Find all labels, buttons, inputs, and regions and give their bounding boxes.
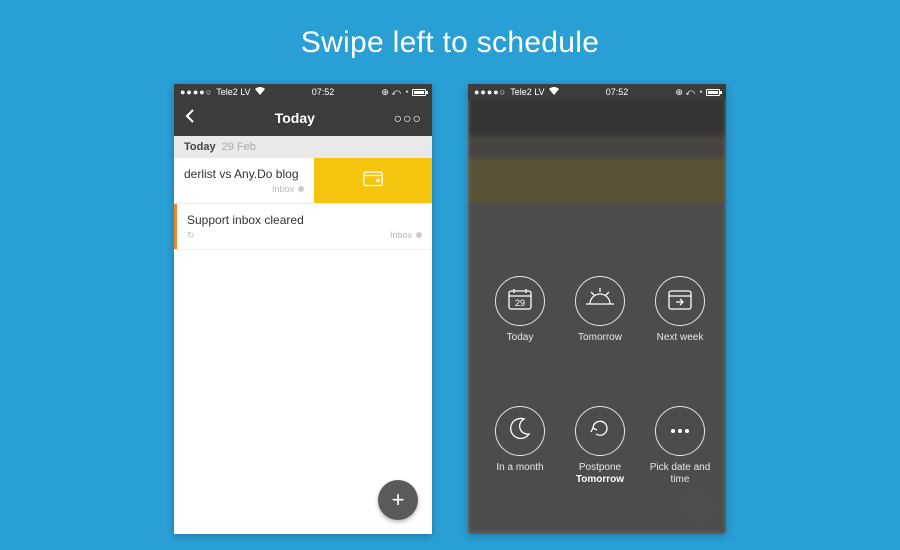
schedule-option-today[interactable]: 29 Today xyxy=(482,276,558,392)
fab-shadow xyxy=(682,490,716,524)
clock-label: 07:52 xyxy=(312,87,335,97)
cycle-icon xyxy=(588,416,612,445)
task-body[interactable]: Support inbox cleared ↻ Inbox xyxy=(177,204,432,249)
navbar: Today ○○○ xyxy=(174,100,432,136)
more-icon[interactable]: ○○○ xyxy=(394,110,422,126)
task-title: derlist vs Any.Do blog xyxy=(184,167,304,181)
schedule-label: Today xyxy=(507,332,534,345)
folder-dot-icon xyxy=(298,186,304,192)
calendar-today-icon: 29 xyxy=(507,287,533,316)
status-bar: ●●●●○ Tele2 LV 07:52 ⊕ ⤺ ◔ xyxy=(174,84,432,100)
sync-icon: ↻ xyxy=(187,230,195,241)
dots-icon xyxy=(668,422,692,440)
task-row-swiped[interactable]: derlist vs Any.Do blog Inbox xyxy=(174,158,432,204)
schedule-label: In a month xyxy=(496,462,543,475)
phone-schedule-picker: ●●●●○ Tele2 LV 07:52 ⊕ ⤺ ◔ xyxy=(468,84,726,534)
page-caption: Swipe left to schedule xyxy=(0,0,900,60)
schedule-sublabel: Tomorrow xyxy=(576,474,624,485)
schedule-option-next-week[interactable]: Next week xyxy=(642,276,718,392)
schedule-option-postpone[interactable]: Postpone Tomorrow xyxy=(562,406,638,534)
task-folder: Inbox xyxy=(272,184,294,194)
back-icon[interactable] xyxy=(184,109,196,128)
add-task-button[interactable]: + xyxy=(378,480,418,520)
battery-icon xyxy=(412,89,426,96)
schedule-label: Tomorrow xyxy=(578,332,622,345)
task-title: Support inbox cleared xyxy=(187,213,422,227)
section-title: Today xyxy=(184,141,216,153)
calendar-next-icon xyxy=(667,287,693,316)
section-date: 29 Feb xyxy=(222,141,256,153)
swipe-schedule-action[interactable] xyxy=(314,158,432,203)
status-icons: ⊕ ⤺ ◔ xyxy=(381,87,409,98)
carrier-label: Tele2 LV xyxy=(216,87,250,97)
schedule-label: Pick date and time xyxy=(642,462,718,487)
calendar-icon xyxy=(363,169,383,192)
task-row[interactable]: Support inbox cleared ↻ Inbox xyxy=(174,204,432,250)
navbar-title: Today xyxy=(275,110,315,126)
moon-icon xyxy=(508,416,532,445)
svg-text:29: 29 xyxy=(515,298,525,308)
section-header: Today 29 Feb xyxy=(174,136,432,158)
wifi-icon xyxy=(255,87,265,97)
schedule-option-in-a-month[interactable]: In a month xyxy=(482,406,558,534)
schedule-label: Next week xyxy=(657,332,704,345)
phone-row: ●●●●○ Tele2 LV 07:52 ⊕ ⤺ ◔ Today ○○○ Tod… xyxy=(0,84,900,534)
signal-dots-icon: ●●●●○ xyxy=(180,87,212,97)
schedule-grid: 29 Today xyxy=(468,84,726,534)
schedule-label: Postpone xyxy=(579,462,621,475)
schedule-option-tomorrow[interactable]: Tomorrow xyxy=(562,276,638,392)
folder-dot-icon xyxy=(416,232,422,238)
plus-icon: + xyxy=(392,487,405,513)
phone-today-list: ●●●●○ Tele2 LV 07:52 ⊕ ⤺ ◔ Today ○○○ Tod… xyxy=(174,84,432,534)
sunrise-icon xyxy=(586,288,614,315)
task-body[interactable]: derlist vs Any.Do blog Inbox xyxy=(174,158,314,203)
task-folder: Inbox xyxy=(390,230,412,240)
